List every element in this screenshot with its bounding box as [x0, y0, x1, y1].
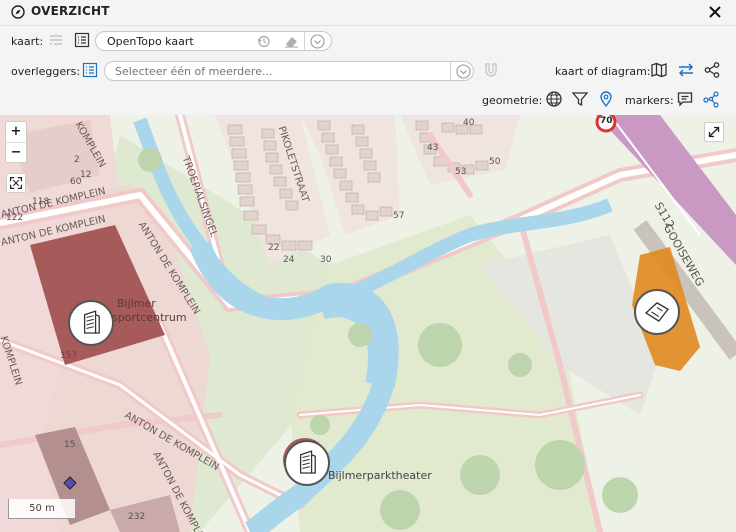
house-number: 12	[80, 170, 92, 180]
magnet-icon[interactable]	[482, 61, 500, 79]
zoom-in-button[interactable]: +	[6, 122, 26, 142]
house-number: 24	[283, 255, 295, 265]
map-list-icon[interactable]	[73, 31, 91, 49]
view-mode-label: kaart of diagram:	[555, 65, 651, 78]
map-icon[interactable]	[650, 61, 668, 79]
house-number: 30	[320, 255, 332, 265]
map-select-value: OpenTopo kaart	[107, 35, 194, 48]
compass-icon	[11, 5, 25, 19]
network-icon[interactable]	[702, 90, 720, 108]
layers-disabled-icon	[47, 31, 65, 49]
close-icon[interactable]	[706, 3, 724, 21]
house-number: 118	[32, 197, 50, 207]
geometry-label: geometrie:	[482, 94, 543, 107]
overlay-list-icon[interactable]	[81, 61, 99, 79]
zoom-control: + −	[5, 121, 27, 163]
house-number: 232	[128, 512, 146, 522]
house-number: 157	[60, 351, 78, 361]
map-select[interactable]: OpenTopo kaart	[95, 31, 332, 51]
house-number: 22	[268, 243, 280, 253]
history-icon[interactable]	[255, 33, 272, 50]
globe-icon[interactable]	[545, 90, 563, 108]
eraser-icon[interactable]	[283, 33, 300, 50]
comment-icon[interactable]	[676, 90, 694, 108]
place-label: Bijlmerparktheater	[328, 469, 432, 482]
fit-extent-icon[interactable]	[6, 173, 26, 193]
scale-label: 50 m	[29, 503, 55, 514]
house-number: 50	[489, 157, 501, 167]
chevron-down-icon[interactable]	[309, 33, 326, 50]
house-number: 122	[6, 213, 24, 223]
house-number: 53	[455, 167, 467, 177]
map-toolbar: kaart: OpenTopo kaart overleggers: Selec…	[0, 26, 736, 115]
overlay-select[interactable]	[104, 61, 474, 81]
swap-icon[interactable]	[677, 61, 695, 79]
overlay-search-input[interactable]	[115, 64, 435, 78]
markers-label: markers:	[625, 94, 674, 107]
speed-limit-sign: 70	[600, 116, 613, 126]
house-number: 43	[427, 143, 439, 153]
share-icon[interactable]	[703, 61, 721, 79]
zoom-out-button[interactable]: −	[6, 142, 26, 163]
filter-icon[interactable]	[571, 90, 589, 108]
title-bar: OVERZICHT	[0, 0, 736, 26]
house-number: 2	[74, 155, 80, 165]
place-label: Bijlmer	[117, 297, 156, 310]
house-number: 57	[393, 211, 405, 221]
building-marker[interactable]	[68, 300, 114, 346]
overlay-label: overleggers:	[11, 65, 81, 78]
map-label: kaart:	[11, 35, 44, 48]
house-number: 40	[463, 118, 475, 128]
building-marker[interactable]	[284, 440, 330, 486]
chevron-down-icon[interactable]	[455, 63, 472, 80]
overview-window: OVERZICHT kaart: OpenTopo kaart overlegg…	[0, 0, 736, 532]
location-pin-icon[interactable]	[597, 90, 615, 108]
window-title: OVERZICHT	[31, 4, 110, 18]
house-number: 15	[64, 440, 76, 450]
area-marker[interactable]	[634, 289, 680, 335]
fullscreen-icon[interactable]	[704, 122, 724, 142]
place-label: sportcentrum	[112, 311, 187, 324]
scale-bar: 50 m	[8, 499, 76, 519]
